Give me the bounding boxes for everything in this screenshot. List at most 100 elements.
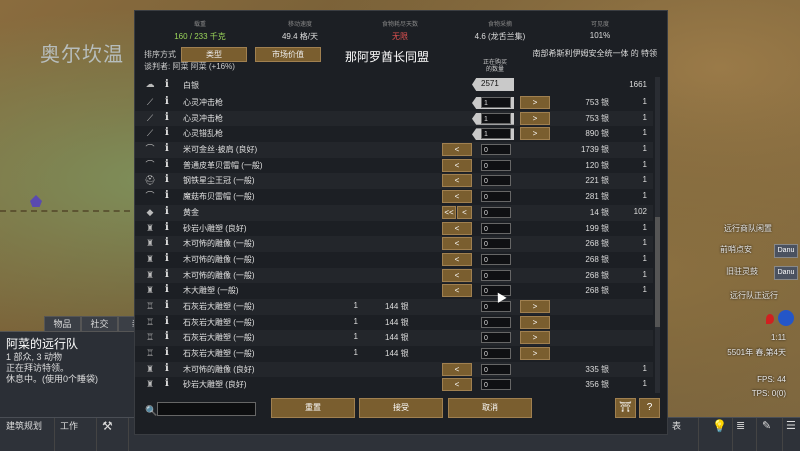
info-icon[interactable]: i — [165, 79, 169, 90]
lightbulb-icon[interactable]: 💡 — [706, 418, 733, 451]
buy-one-button[interactable]: < — [442, 158, 472, 172]
buy-one-button[interactable]: < — [442, 362, 472, 376]
date-readout: 5501年 春,第4天 — [727, 348, 786, 357]
search-input[interactable] — [157, 402, 256, 416]
info-icon[interactable]: i — [165, 96, 169, 107]
sell-one-button[interactable]: > — [520, 315, 550, 329]
transfer-qty-field[interactable]: 0 — [481, 206, 511, 218]
transfer-qty-field[interactable]: 0 — [481, 159, 511, 171]
trader-price: 356 银 — [585, 380, 609, 390]
transfer-qty-field[interactable]: 0 — [481, 222, 511, 234]
trader-qty: 1 — [642, 191, 647, 201]
transfer-qty-field[interactable]: 0 — [481, 191, 511, 203]
transfer-qty-field[interactable]: 0 — [481, 379, 511, 391]
transfer-qty-field[interactable]: 0 — [481, 238, 511, 250]
hammer-icon[interactable]: ⚒ — [96, 418, 129, 451]
sell-one-button[interactable]: > — [520, 299, 550, 313]
info-icon[interactable]: i — [165, 284, 169, 295]
info-icon[interactable]: i — [165, 222, 169, 233]
sell-one-button[interactable]: > — [520, 96, 550, 109]
transfer-qty-field[interactable]: 0 — [481, 316, 511, 328]
trader-qty: 102 — [633, 206, 647, 216]
transfer-qty-field[interactable]: 0 — [481, 175, 511, 187]
transfer-qty-field[interactable]: 0 — [481, 348, 511, 359]
cancel-button[interactable]: 取消 — [448, 398, 532, 418]
sell-one-button[interactable]: > — [520, 127, 550, 141]
transfer-qty-field[interactable]: 0 — [481, 144, 511, 156]
sell-one-button[interactable]: > — [520, 111, 550, 125]
schedule-button[interactable]: 表 — [666, 418, 699, 451]
list-icon[interactable]: ≣ — [730, 418, 757, 451]
map-label-4[interactable]: Danu — [774, 266, 798, 280]
info-icon[interactable]: i — [165, 269, 169, 280]
table-row: ⌒ i 米可金丝·披肩 (良好) <0 1739 银 1 — [135, 142, 653, 158]
trader-price: 199 银 — [585, 223, 609, 233]
sort-by-value-button[interactable]: 市场价值 — [255, 47, 321, 62]
scroll-thumb[interactable] — [655, 217, 660, 327]
tab-items[interactable]: 物品 — [44, 316, 81, 332]
buy-one-button[interactable]: < — [442, 174, 472, 188]
transfer-qty-field[interactable]: 0 — [481, 363, 511, 375]
tab-social[interactable]: 社交 — [81, 316, 118, 332]
buy-one-button[interactable]: < — [442, 190, 472, 204]
caravan-marker-icon[interactable] — [778, 310, 794, 326]
transfer-qty-field[interactable]: 1 — [481, 97, 511, 108]
transfer-qty-field[interactable]: 0 — [481, 332, 511, 344]
buy-one-button[interactable]: < — [442, 143, 472, 157]
sell-one-button[interactable]: > — [520, 331, 550, 345]
menu-icon[interactable]: ☰ — [780, 418, 800, 451]
buy-one-button[interactable]: < — [442, 252, 472, 266]
map-label-0[interactable]: 远行商队闲置 — [724, 223, 772, 234]
gift-mode-icon[interactable]: ⛩ — [615, 398, 636, 418]
buy-one-button[interactable]: < — [457, 205, 472, 219]
sort-by-type-button[interactable]: 类型 — [181, 47, 247, 62]
info-icon[interactable]: i — [165, 112, 169, 123]
buy-one-button[interactable]: < — [442, 268, 472, 282]
info-icon[interactable]: i — [165, 206, 169, 217]
buy-one-button[interactable]: < — [442, 378, 472, 392]
map-label-1[interactable]: 前哨点安 — [720, 244, 752, 255]
info-icon[interactable]: i — [165, 190, 169, 201]
colony-qty: 1 — [353, 332, 358, 342]
reset-button[interactable]: 重置 — [271, 398, 355, 418]
map-label-5[interactable]: 远行队正远行 — [730, 290, 778, 301]
info-icon[interactable]: i — [165, 363, 169, 374]
buy-one-button[interactable]: < — [442, 237, 472, 251]
map-label-2[interactable]: Danu — [774, 244, 798, 258]
work-button[interactable]: 工作 — [54, 418, 97, 451]
table-row: ♜ i 木大雕塑 (一般) <0 268 银1 — [135, 283, 653, 299]
sell-one-button[interactable]: > — [520, 347, 550, 360]
transfer-qty-field[interactable]: 0 — [481, 269, 511, 281]
buy-one-button[interactable]: < — [442, 284, 472, 298]
brush-icon[interactable]: ✎ — [756, 418, 783, 451]
info-icon[interactable]: i — [165, 159, 169, 170]
info-icon[interactable]: i — [165, 378, 169, 389]
buy-all-button[interactable]: << — [442, 205, 456, 219]
caravan-stats: 载重 160 / 233 千克 移动速度 49.4 格/天 食物耗尽天数 无限 食物采… — [135, 19, 667, 49]
item-name: 黄金 — [183, 207, 199, 217]
transfer-qty-field[interactable]: 0 — [481, 253, 511, 265]
accept-button[interactable]: 接受 — [359, 398, 443, 418]
info-icon[interactable]: i — [165, 316, 169, 327]
info-icon[interactable]: i — [165, 143, 169, 154]
info-icon[interactable]: i — [165, 174, 169, 185]
info-icon[interactable]: i — [165, 300, 169, 311]
info-icon[interactable]: i — [165, 237, 169, 248]
map-pin-icon[interactable] — [766, 314, 774, 324]
architect-button[interactable]: 建筑规划 — [0, 418, 55, 451]
trader-qty: 1 — [642, 238, 647, 248]
scrollbar[interactable] — [655, 77, 660, 393]
info-icon[interactable]: i — [165, 331, 169, 342]
buy-one-button[interactable]: < — [442, 221, 472, 235]
info-icon[interactable]: i — [165, 253, 169, 264]
transfer-qty-field[interactable]: 1 — [481, 128, 511, 140]
item-name: 石灰岩大雕塑 (一般) — [183, 301, 255, 311]
info-icon[interactable]: i — [165, 347, 169, 358]
info-icon[interactable]: i — [165, 127, 169, 138]
transfer-qty-field[interactable]: 0 — [481, 300, 511, 312]
transfer-qty-field[interactable]: 1 — [481, 112, 511, 124]
help-icon[interactable]: ? — [639, 398, 660, 418]
trader-qty: 1 — [642, 144, 647, 154]
trader-qty: 1 — [642, 363, 647, 373]
map-label-3[interactable]: 旧驻灵鼓 — [726, 266, 758, 277]
